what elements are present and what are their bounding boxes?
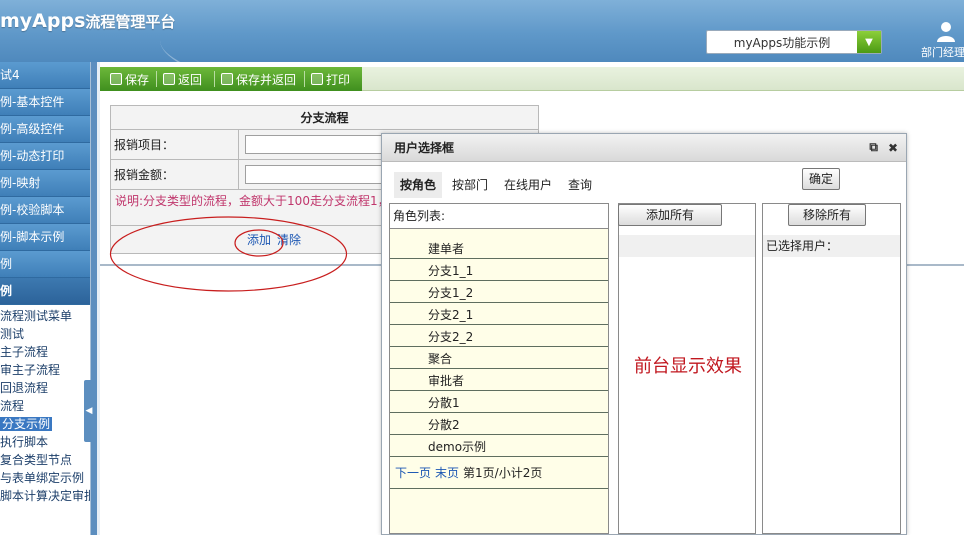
- selected-users-panel: 已选择用户：: [762, 203, 901, 534]
- toolbar-separator: [156, 71, 157, 87]
- save-icon: [221, 73, 233, 85]
- close-icon[interactable]: ✖: [888, 141, 898, 155]
- popout-icon[interactable]: ⧉: [869, 140, 878, 155]
- role-list-item[interactable]: 建单者: [390, 237, 608, 259]
- role-list-item[interactable]: 审批者: [390, 369, 608, 391]
- annotation-text: 前台显示效果: [634, 356, 742, 377]
- sidebar-item[interactable]: 例-映射: [0, 170, 90, 197]
- role-pager: 下一页 末页 第1页/小计2页: [390, 457, 608, 489]
- sidebar-item[interactable]: 例-基本控件: [0, 89, 90, 116]
- selected-users-label: 已选择用户：: [763, 235, 900, 257]
- print-button[interactable]: 打印: [311, 67, 350, 91]
- role-list-panel: 角色列表: 建单者 分支1_1 分支1_2 分支2_1 分支2_2 聚合 审批者…: [389, 203, 609, 534]
- user-icon[interactable]: [935, 20, 957, 42]
- candidate-users-strip: [619, 235, 755, 257]
- role-list-item[interactable]: 分支1_1: [390, 259, 608, 281]
- save-and-back-button-label: 保存并返回: [236, 72, 297, 87]
- sidebar-item[interactable]: 例-高级控件: [0, 116, 90, 143]
- page-info: 第1页/小计2页: [463, 466, 543, 480]
- toolbar-separator: [214, 71, 215, 87]
- print-button-label: 打印: [326, 72, 351, 87]
- last-page-link[interactable]: 末页: [435, 466, 459, 480]
- tab-search[interactable]: 查询: [562, 172, 598, 198]
- role-list-item[interactable]: 分支2_2: [390, 325, 608, 347]
- app-select[interactable]: myApps功能示例 ▼: [706, 30, 882, 54]
- dialog-header: 用户选择框 ⧉ ✖: [382, 134, 906, 162]
- role-list-item[interactable]: 分支2_1: [390, 303, 608, 325]
- dialog-tabs: 按角色 按部门 在线用户 查询: [394, 172, 602, 198]
- role-list-item[interactable]: 分散1: [390, 391, 608, 413]
- sidebar-item-active[interactable]: 例: [0, 278, 90, 305]
- app-title-main: myApps: [0, 10, 86, 32]
- next-page-link[interactable]: 下一页: [395, 466, 431, 480]
- role-list-item[interactable]: 分散2: [390, 413, 608, 435]
- save-button[interactable]: 保存: [110, 67, 149, 91]
- app-header: myApps流程管理平台 myApps功能示例 ▼ 部门经理: [0, 0, 964, 62]
- app-title-sub: 流程管理平台: [85, 13, 176, 31]
- dialog-controls: ⧉ ✖: [859, 140, 898, 155]
- sidebar-sub-item[interactable]: 审主子流程: [0, 361, 90, 379]
- sidebar-edge-bar: [91, 62, 97, 535]
- sidebar-sub-item[interactable]: 与表单绑定示例: [0, 469, 90, 487]
- field-label: 报销项目：: [111, 130, 239, 159]
- sidebar-sub-item-selected[interactable]: 分支示例: [0, 415, 90, 433]
- role-list-item[interactable]: demo示例: [390, 435, 608, 457]
- save-icon: [110, 73, 122, 85]
- user-role-label: 部门经理: [921, 46, 964, 59]
- sidebar-item[interactable]: 试4: [0, 62, 90, 89]
- sidebar-sub-item[interactable]: 测试: [0, 325, 90, 343]
- app-select-value: myApps功能示例: [733, 35, 831, 50]
- tab-online-users[interactable]: 在线用户: [498, 172, 558, 198]
- sidebar-sub-item[interactable]: 复合类型节点: [0, 451, 90, 469]
- app-title: myApps流程管理平台: [0, 10, 175, 32]
- sidebar: 试4 例-基本控件 例-高级控件 例-动态打印 例-映射 例-校验脚本 例-脚本…: [0, 62, 90, 535]
- user-select-dialog: 用户选择框 ⧉ ✖ 按角色 按部门 在线用户 查询 确定 角色列表: 建单者 分…: [381, 133, 907, 535]
- sidebar-sub-item[interactable]: 回退流程: [0, 379, 90, 397]
- toolbar-separator: [304, 71, 305, 87]
- highlight-ellipse-small: [234, 229, 284, 257]
- highlight-ellipse: [109, 216, 348, 292]
- form-title: 分支流程: [111, 106, 538, 130]
- confirm-button[interactable]: 确定: [802, 168, 840, 190]
- sidebar-item[interactable]: 例: [0, 251, 90, 278]
- dropdown-arrow-icon[interactable]: ▼: [857, 31, 881, 53]
- sidebar-item[interactable]: 例-校验脚本: [0, 197, 90, 224]
- sidebar-sub-item[interactable]: 脚本计算决定审批: [0, 487, 90, 505]
- save-and-back-button[interactable]: 保存并返回: [221, 67, 296, 91]
- sidebar-sub-item[interactable]: 流程: [0, 397, 90, 415]
- sidebar-item[interactable]: 例-脚本示例: [0, 224, 90, 251]
- sidebar-sub-list: 流程测试菜单 测试 主子流程 审主子流程 回退流程 流程 分支示例 执行脚本 复…: [0, 305, 90, 505]
- remove-all-button[interactable]: 移除所有: [788, 204, 866, 226]
- toolbar: 保存 返回 保存并返回 打印: [100, 67, 964, 91]
- role-list-item[interactable]: 聚合: [390, 347, 608, 369]
- sidebar-sub-item[interactable]: 流程测试菜单: [0, 307, 90, 325]
- print-icon: [311, 73, 323, 85]
- save-button-label: 保存: [125, 72, 150, 87]
- add-all-button[interactable]: 添加所有: [618, 204, 722, 226]
- sidebar-sub-item-label: 分支示例: [0, 417, 53, 431]
- role-list-header: 角色列表:: [390, 204, 608, 229]
- tab-by-role[interactable]: 按角色: [394, 172, 443, 198]
- collapse-sidebar-handle[interactable]: ◀: [84, 380, 94, 442]
- back-button[interactable]: 返回: [163, 67, 202, 91]
- tab-by-department[interactable]: 按部门: [446, 172, 494, 198]
- sidebar-sub-item[interactable]: 执行脚本: [0, 433, 90, 451]
- sidebar-sub-item[interactable]: 主子流程: [0, 343, 90, 361]
- dialog-title: 用户选择框: [394, 141, 455, 155]
- chevron-left-icon: ◀: [85, 406, 93, 416]
- back-icon: [163, 73, 175, 85]
- back-button-label: 返回: [178, 72, 203, 87]
- field-label: 报销金额：: [111, 160, 239, 189]
- role-list-item[interactable]: 分支1_2: [390, 281, 608, 303]
- sidebar-item[interactable]: 例-动态打印: [0, 143, 90, 170]
